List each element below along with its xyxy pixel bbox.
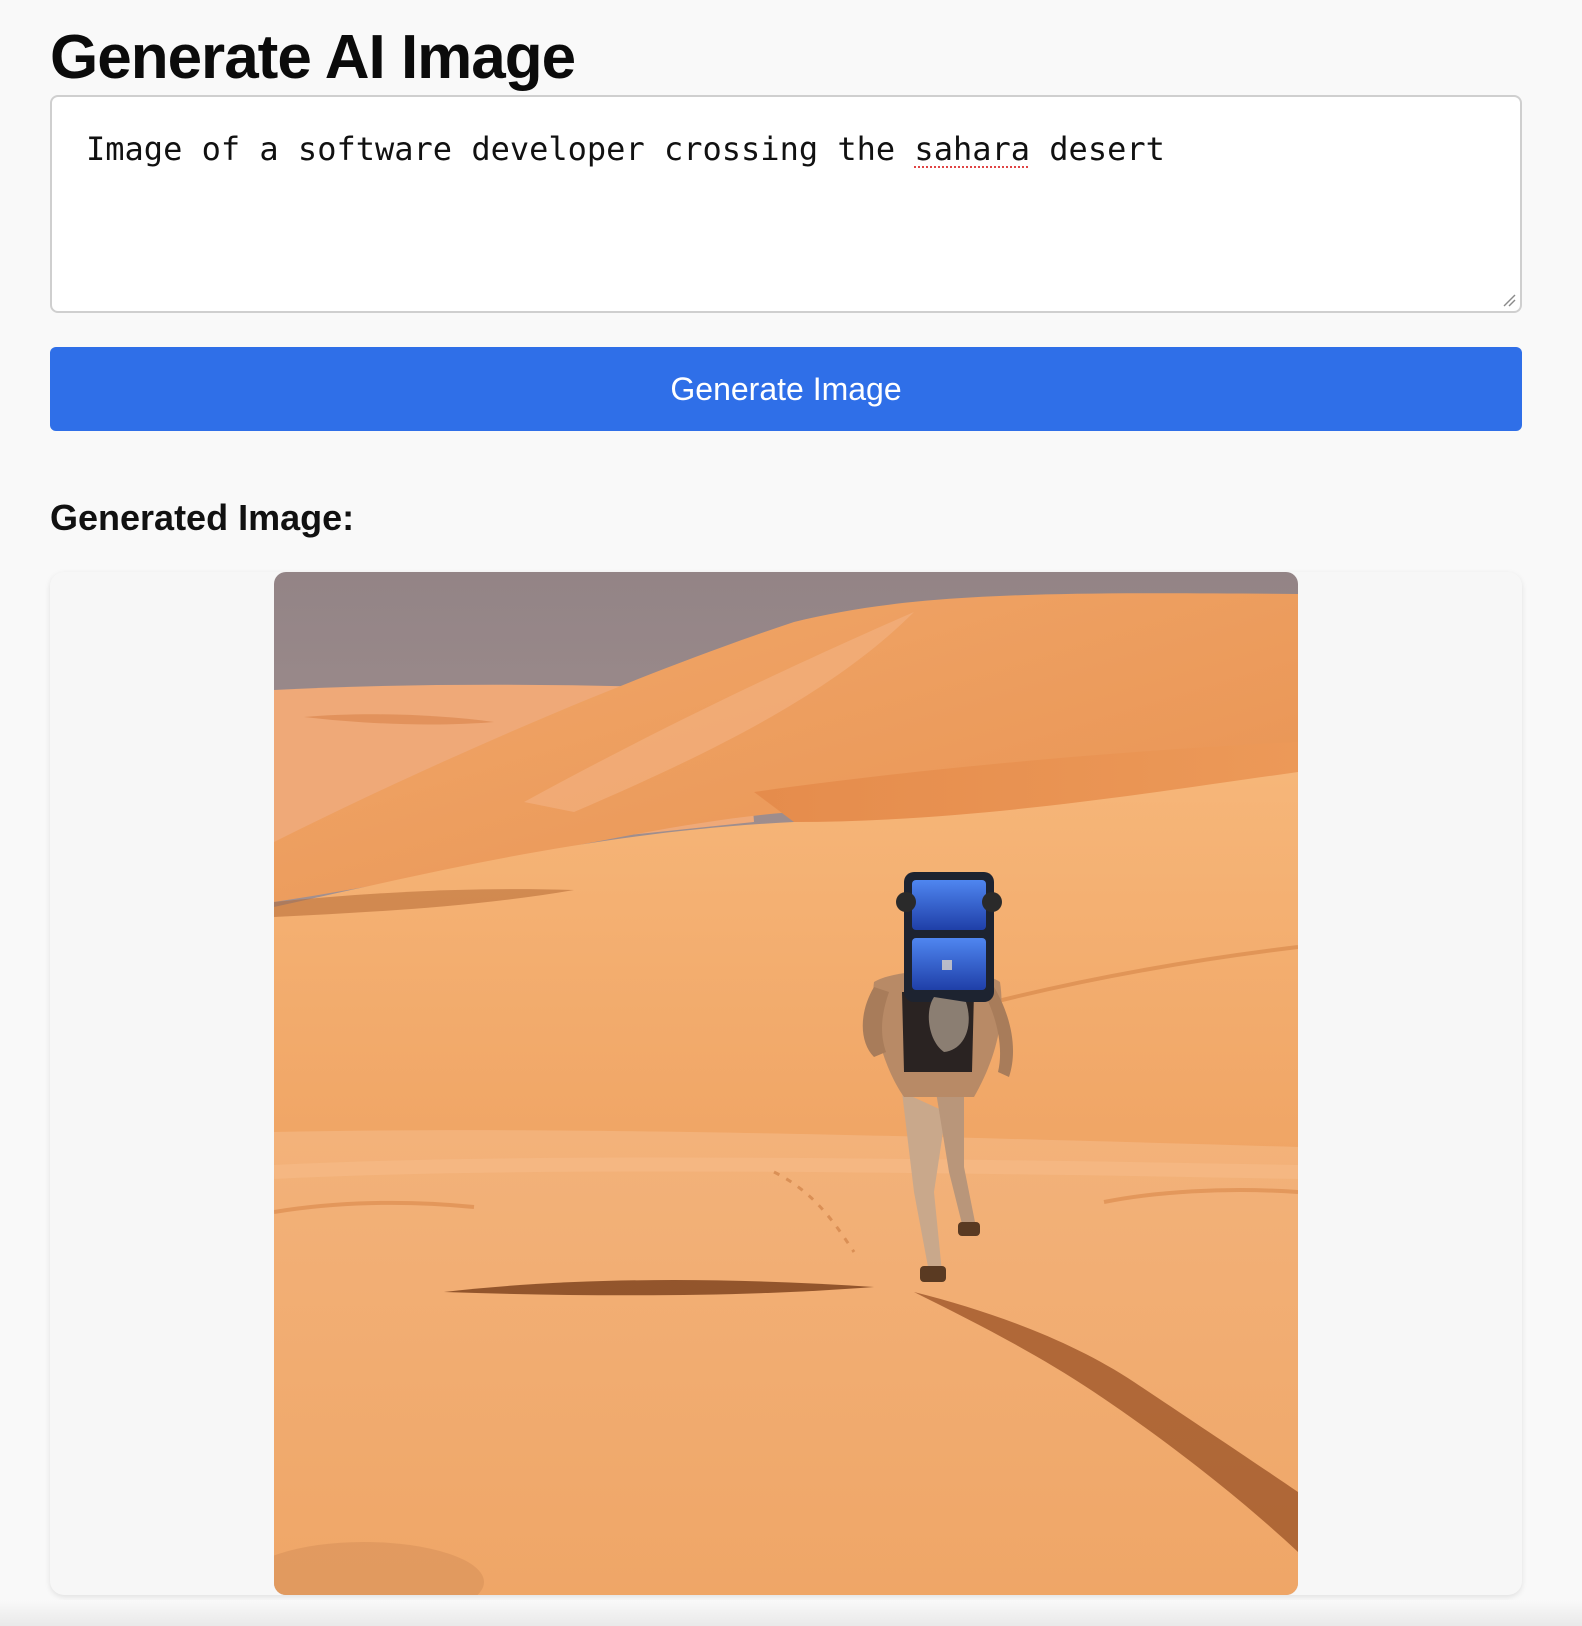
generated-image <box>274 572 1298 1595</box>
prompt-text-end: desert <box>1030 130 1165 168</box>
resize-handle-icon[interactable] <box>1502 293 1516 307</box>
bottom-edge <box>0 1600 1582 1626</box>
generate-image-button[interactable]: Generate Image <box>50 347 1522 431</box>
image-panel <box>50 572 1522 1595</box>
page-title: Generate AI Image <box>50 23 576 92</box>
prompt-text-start: Image of a software developer crossing t… <box>86 130 915 168</box>
prompt-text[interactable]: Image of a software developer crossing t… <box>86 129 1165 169</box>
page: Generate AI Image Image of a software de… <box>0 0 1582 1626</box>
desert-illustration <box>274 572 1298 1595</box>
prompt-textarea[interactable]: Image of a software developer crossing t… <box>50 95 1522 313</box>
generated-image-heading: Generated Image: <box>50 497 355 538</box>
misspelled-word: sahara <box>914 130 1031 168</box>
